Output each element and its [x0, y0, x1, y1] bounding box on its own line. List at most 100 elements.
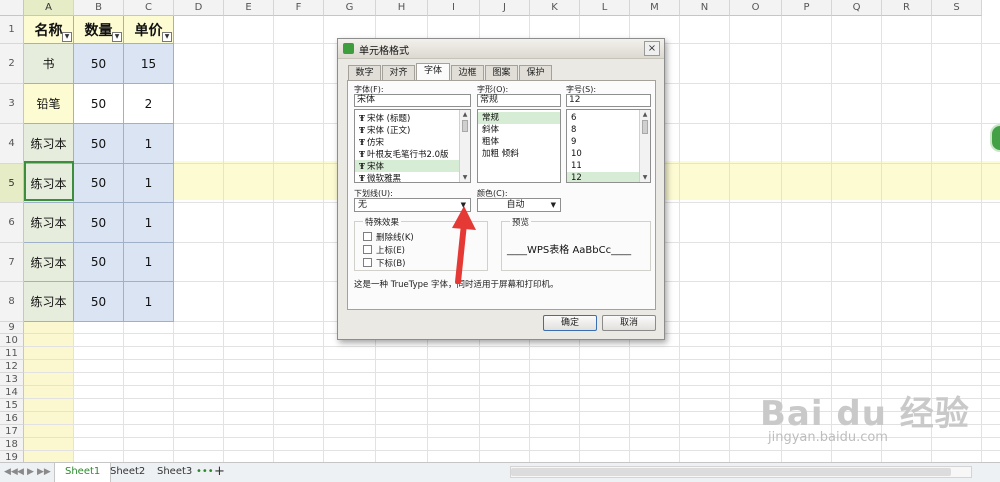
row-header-8[interactable]: 8	[0, 282, 24, 322]
item-name-cell[interactable]: 练习本	[24, 243, 74, 282]
add-sheet-icon[interactable]: +	[210, 463, 229, 482]
quantity-cell[interactable]: 50	[74, 203, 124, 243]
subscript-checkbox[interactable]	[363, 258, 372, 267]
select-all-corner[interactable]	[0, 0, 24, 16]
row-header-11[interactable]: 11	[0, 347, 24, 360]
last-sheet-nav-icon[interactable]: ▶▶	[37, 467, 51, 477]
price-cell[interactable]: 1	[124, 164, 174, 203]
row-header-6[interactable]: 6	[0, 203, 24, 243]
quantity-cell[interactable]: 50	[74, 44, 124, 84]
horizontal-scroll-thumb[interactable]	[511, 468, 951, 476]
quantity-cell[interactable]: 50	[74, 124, 124, 164]
style-list-item[interactable]: 加粗 倾斜	[478, 148, 560, 160]
first-sheet-nav-icon[interactable]: ◀◀	[4, 467, 18, 477]
tab-number[interactable]: 数字	[348, 65, 381, 80]
size-list-item[interactable]: 12	[567, 172, 650, 182]
style-list-item[interactable]: 斜体	[478, 124, 560, 136]
row-header-17[interactable]: 17	[0, 425, 24, 438]
column-header-k[interactable]: K	[530, 0, 580, 16]
column-header-h[interactable]: H	[376, 0, 428, 16]
item-name-cell[interactable]: 铅笔	[24, 84, 74, 124]
column-header-e[interactable]: E	[224, 0, 274, 16]
row-header-15[interactable]: 15	[0, 399, 24, 412]
row-header-10[interactable]: 10	[0, 334, 24, 347]
tab-font[interactable]: 字体	[416, 63, 450, 81]
column-header-n[interactable]: N	[680, 0, 730, 16]
size-list-item[interactable]: 8	[567, 124, 650, 136]
row-header-19[interactable]: 19	[0, 451, 24, 462]
item-name-cell[interactable]: 练习本	[24, 164, 74, 203]
column-header-i[interactable]: I	[428, 0, 480, 16]
size-list-item[interactable]: 9	[567, 136, 650, 148]
font-name-list[interactable]: Ŧ 宋体 (标题) Ŧ 宋体 (正文) Ŧ 仿宋 Ŧ 叶根友毛笔行书2.0版 Ŧ 宋体 Ŧ 微软雅黑 …	[354, 109, 471, 183]
header-cell[interactable]: 名称 ▼	[24, 16, 74, 44]
column-header-a[interactable]: A	[24, 0, 74, 16]
column-header-r[interactable]: R	[882, 0, 932, 16]
font-size-list[interactable]: 6 8 9 10 11 12 ▲ ▼	[566, 109, 651, 183]
row-header-4[interactable]: 4	[0, 124, 24, 164]
filter-dropdown-icon[interactable]: ▼	[162, 32, 172, 42]
row-header-1[interactable]: 1	[0, 16, 24, 44]
size-list-scrollbar[interactable]: ▲ ▼	[639, 110, 650, 182]
header-cell[interactable]: 数量 ▼	[74, 16, 124, 44]
tab-pattern[interactable]: 图案	[485, 65, 518, 80]
side-panel-toggle-button[interactable]	[990, 124, 1000, 152]
font-list-item[interactable]: Ŧ 仿宋	[355, 136, 470, 148]
column-header-o[interactable]: O	[730, 0, 782, 16]
row-header-2[interactable]: 2	[0, 44, 24, 84]
price-cell[interactable]: 1	[124, 203, 174, 243]
row-header-13[interactable]: 13	[0, 373, 24, 386]
close-icon[interactable]: ×	[644, 41, 660, 56]
row-header-5[interactable]: 5	[0, 164, 24, 203]
column-header-p[interactable]: P	[782, 0, 832, 16]
strikethrough-checkbox[interactable]	[363, 232, 372, 241]
column-header-l[interactable]: L	[580, 0, 630, 16]
prev-sheet-nav-icon[interactable]: ◀	[17, 467, 24, 477]
price-cell[interactable]: 1	[124, 243, 174, 282]
column-header-q[interactable]: Q	[832, 0, 882, 16]
price-cell[interactable]: 2	[124, 84, 174, 124]
tab-protection[interactable]: 保护	[519, 65, 552, 80]
filter-dropdown-icon[interactable]: ▼	[62, 32, 72, 42]
tab-border[interactable]: 边框	[451, 65, 484, 80]
item-name-cell[interactable]: 练习本	[24, 124, 74, 164]
quantity-cell[interactable]: 50	[74, 243, 124, 282]
column-header-g[interactable]: G	[324, 0, 376, 16]
style-list-item[interactable]: 常规	[478, 112, 560, 124]
column-header-m[interactable]: M	[630, 0, 680, 16]
horizontal-scrollbar[interactable]	[510, 466, 972, 478]
row-header-3[interactable]: 3	[0, 84, 24, 124]
column-header-j[interactable]: J	[480, 0, 530, 16]
font-list-item[interactable]: Ŧ 宋体 (标题)	[355, 112, 470, 124]
item-name-cell[interactable]: 书	[24, 44, 74, 84]
column-header-f[interactable]: F	[274, 0, 324, 16]
font-size-input[interactable]: 12	[566, 94, 651, 107]
tab-alignment[interactable]: 对齐	[382, 65, 415, 80]
font-list-scrollbar[interactable]: ▲ ▼	[459, 110, 470, 182]
column-header-s[interactable]: S	[932, 0, 982, 16]
font-list-item[interactable]: Ŧ 宋体	[355, 160, 470, 172]
cancel-button[interactable]: 取消	[602, 315, 656, 331]
row-header-16[interactable]: 16	[0, 412, 24, 425]
color-select[interactable]: 自动 ▼	[477, 198, 561, 212]
price-cell[interactable]: 1	[124, 124, 174, 164]
row-header-7[interactable]: 7	[0, 243, 24, 282]
row-header-18[interactable]: 18	[0, 438, 24, 451]
size-list-item[interactable]: 10	[567, 148, 650, 160]
next-sheet-nav-icon[interactable]: ▶	[27, 467, 34, 477]
font-list-item[interactable]: Ŧ 宋体 (正文)	[355, 124, 470, 136]
font-list-item[interactable]: Ŧ 叶根友毛笔行书2.0版	[355, 148, 470, 160]
font-list-item[interactable]: Ŧ 微软雅黑	[355, 172, 470, 182]
row-header-14[interactable]: 14	[0, 386, 24, 399]
filter-dropdown-icon[interactable]: ▼	[112, 32, 122, 42]
style-list-item[interactable]: 粗体	[478, 136, 560, 148]
row-header-9[interactable]: 9	[0, 322, 24, 334]
item-name-cell[interactable]: 练习本	[24, 203, 74, 243]
font-style-list[interactable]: 常规 斜体 粗体 加粗 倾斜	[477, 109, 561, 183]
superscript-checkbox[interactable]	[363, 245, 372, 254]
size-list-item[interactable]: 6	[567, 112, 650, 124]
column-header-c[interactable]: C	[124, 0, 174, 16]
font-name-input[interactable]: 宋体	[354, 94, 471, 107]
item-name-cell[interactable]: 练习本	[24, 282, 74, 322]
ok-button[interactable]: 确定	[543, 315, 597, 331]
